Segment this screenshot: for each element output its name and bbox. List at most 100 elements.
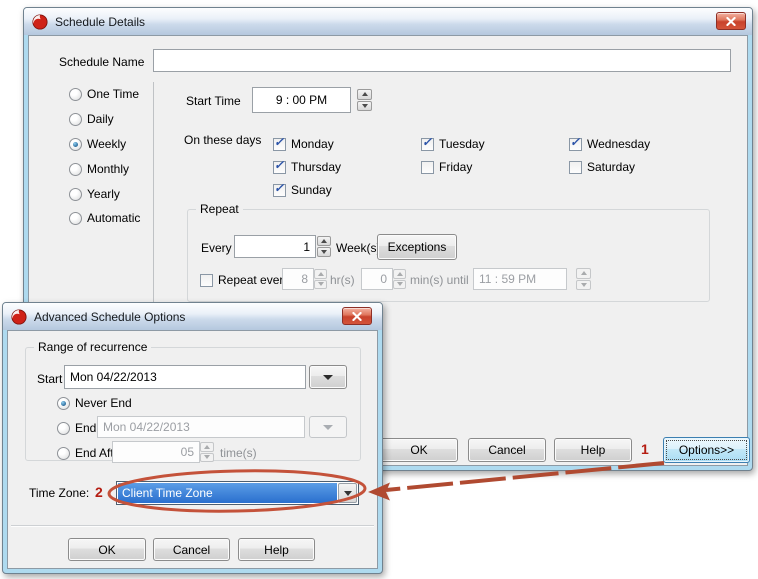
checkbox-icon[interactable]: ✓ [421,138,434,151]
repeat-group: Repeat Every 1 Week(s) Exceptions ✓ Repe… [187,209,710,302]
close-icon[interactable] [716,12,746,30]
radio-icon[interactable] [57,447,70,460]
radio-icon[interactable] [69,212,82,225]
radio-icon[interactable] [57,397,70,410]
spin-down-icon[interactable] [314,280,327,290]
every-weeks-input[interactable]: 1 [234,235,316,258]
help-button[interactable]: Help [554,438,632,462]
schedule-name-label: Schedule Name [59,55,144,69]
start-time-label: Start Time [186,94,241,108]
time-zone-combobox[interactable]: Client Time Zone [116,481,359,505]
checkbox-wednesday[interactable]: ✓ Wednesday [569,137,650,151]
repeat-min-spinner[interactable] [393,269,406,289]
repeat-every-checkbox[interactable]: ✓ Repeat every [200,273,289,287]
radio-automatic[interactable]: Automatic [69,211,140,225]
range-group-label: Range of recurrence [34,340,151,354]
day-label: Wednesday [587,137,650,151]
radio-daily[interactable]: Daily [69,112,114,126]
radio-weekly[interactable]: Weekly [69,137,126,151]
dialog-title: Schedule Details [55,15,145,29]
every-weeks-spinner[interactable] [317,236,331,257]
checkbox-sunday[interactable]: ✓ Sunday [273,183,332,197]
spin-up-icon[interactable] [317,236,331,246]
ok-button[interactable]: OK [68,538,146,561]
radio-monthly[interactable]: Monthly [69,162,129,176]
repeat-hr-spinner[interactable] [314,269,327,289]
start-time-input[interactable]: 9 : 00 PM [252,87,351,113]
until-time-spinner[interactable] [576,268,591,290]
radio-label: Daily [87,112,114,126]
close-icon[interactable] [342,307,372,325]
start-time-spinner[interactable] [357,89,372,111]
checkbox-icon[interactable]: ✓ [421,161,434,174]
radio-label: Weekly [87,137,126,151]
start-date-dropdown-icon[interactable] [309,365,347,389]
options-button[interactable]: Options>> [663,437,750,463]
spin-up-icon[interactable] [393,269,406,279]
day-label: Tuesday [439,137,485,151]
radio-icon[interactable] [69,88,82,101]
end-after-spinner[interactable] [200,442,214,462]
checkbox-icon[interactable]: ✓ [273,138,286,151]
spin-up-icon[interactable] [314,269,327,279]
day-label: Thursday [291,160,341,174]
until-time-input[interactable]: 11 : 59 PM [473,268,567,290]
radio-icon[interactable] [69,163,82,176]
radio-icon[interactable] [69,188,82,201]
checkbox-thursday[interactable]: ✓ Thursday [273,160,341,174]
app-logo-icon [32,14,48,30]
radio-never-end[interactable]: Never End [57,396,132,410]
advanced-options-titlebar[interactable]: Advanced Schedule Options [3,303,382,330]
spin-down-icon[interactable] [317,247,331,257]
checkbox-monday[interactable]: ✓ Monday [273,137,334,151]
checkbox-friday[interactable]: ✓ Friday [421,160,472,174]
exceptions-button[interactable]: Exceptions [377,234,457,260]
start-date-input[interactable]: Mon 04/22/2013 [64,365,306,389]
checkbox-tuesday[interactable]: ✓ Tuesday [421,137,485,151]
checkbox-icon[interactable]: ✓ [569,161,582,174]
end-by-dropdown-icon[interactable] [309,416,347,438]
hr-unit-label: hr(s) [330,273,355,287]
combo-dropdown-icon[interactable] [338,483,357,503]
radio-icon[interactable] [69,138,82,151]
repeat-min-input[interactable]: 0 [361,268,393,290]
screenshot-canvas: Schedule Details Schedule Name One Time … [0,0,758,579]
radio-icon[interactable] [69,113,82,126]
cancel-button[interactable]: Cancel [468,438,546,462]
time-zone-label: Time Zone: [29,486,89,500]
spin-up-icon[interactable] [200,442,214,452]
time-zone-selected-value: Client Time Zone [118,483,337,503]
cancel-button[interactable]: Cancel [153,538,230,561]
radio-label: Yearly [87,187,120,201]
day-label: Monday [291,137,334,151]
ok-button[interactable]: OK [380,438,458,462]
radio-label: Monthly [87,162,129,176]
dialog-title: Advanced Schedule Options [34,310,185,324]
repeat-hr-input[interactable]: 8 [282,268,314,290]
schedule-details-titlebar[interactable]: Schedule Details [24,8,752,35]
checkbox-icon[interactable]: ✓ [200,274,213,287]
range-of-recurrence-group: Range of recurrence Start Mon 04/22/2013… [25,347,361,461]
end-by-date-input[interactable]: Mon 04/22/2013 [97,416,305,438]
checkbox-icon[interactable]: ✓ [273,161,286,174]
spin-up-icon[interactable] [576,268,591,279]
checkbox-icon[interactable]: ✓ [569,138,582,151]
radio-yearly[interactable]: Yearly [69,187,120,201]
dialog-advanced-schedule-options: Advanced Schedule Options Range of recur… [2,302,383,574]
end-after-count-input[interactable]: 05 [112,441,200,463]
repeat-group-label: Repeat [196,202,243,216]
radio-icon[interactable] [57,422,70,435]
spin-down-icon[interactable] [576,280,591,291]
start-label: Start [37,372,62,386]
day-label: Saturday [587,160,635,174]
checkbox-saturday[interactable]: ✓ Saturday [569,160,635,174]
annotation-step-1: 1 [641,442,649,456]
spin-down-icon[interactable] [200,453,214,463]
radio-one-time[interactable]: One Time [69,87,139,101]
help-button[interactable]: Help [238,538,315,561]
spin-down-icon[interactable] [393,280,406,290]
checkbox-icon[interactable]: ✓ [273,184,286,197]
spin-up-icon[interactable] [357,89,372,100]
spin-down-icon[interactable] [357,101,372,112]
schedule-name-input[interactable] [153,49,731,72]
